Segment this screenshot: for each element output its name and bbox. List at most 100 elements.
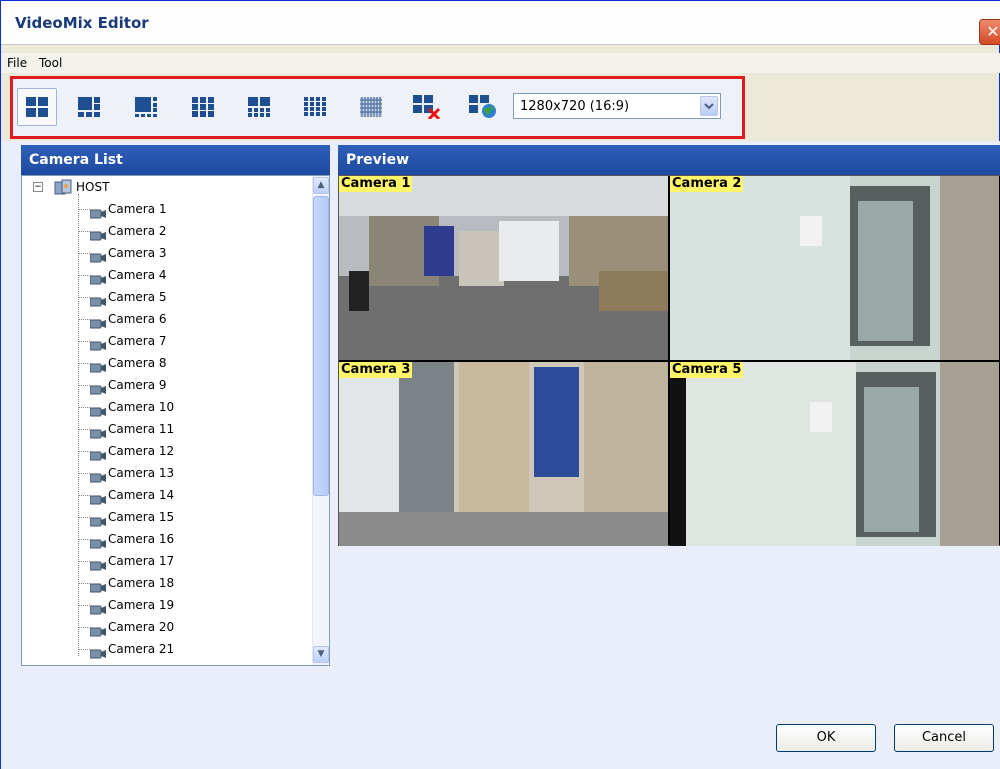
camera-label: Camera 1: [108, 202, 167, 216]
preview-tile[interactable]: Camera 5: [670, 362, 999, 546]
layout-2x2-icon: [26, 97, 48, 117]
tile-label: Camera 1: [339, 176, 413, 192]
camera-tree-item[interactable]: Camera 7: [22, 330, 312, 352]
camera-tree-item[interactable]: Camera 16: [22, 528, 312, 550]
preview-tile[interactable]: Camera 2: [670, 176, 999, 360]
ok-button[interactable]: OK: [776, 724, 876, 752]
camera-icon: [89, 402, 106, 417]
camera-label: Camera 8: [108, 356, 167, 370]
layout-1plus7-icon: [135, 97, 157, 117]
camera-tree-item[interactable]: Camera 1: [22, 198, 312, 220]
layout-1plus5-button[interactable]: [69, 88, 109, 126]
camera-icon: [89, 314, 106, 329]
videomix-editor-window: VideoMix Editor ✕ File Tool 1280x720 (16…: [0, 0, 1000, 769]
camera-tree-item[interactable]: Camera 15: [22, 506, 312, 528]
camera-tree: − HOST Camera 1 Camera 2 Camera 3 Camera 4 C…: [21, 175, 330, 666]
layout-4x4-button[interactable]: [295, 88, 335, 126]
scroll-down-icon[interactable]: ▼: [313, 646, 329, 663]
collapse-icon[interactable]: −: [33, 182, 43, 192]
camera-list-scrollbar[interactable]: ▲ ▼: [312, 176, 329, 665]
layout-clear-button[interactable]: [407, 88, 447, 126]
tree-line: [78, 297, 90, 298]
layout-1plus7-button[interactable]: [126, 88, 166, 126]
layout-4x4-icon: [304, 97, 326, 116]
camera-tree-item[interactable]: Camera 20: [22, 616, 312, 638]
menu-bar: File Tool: [1, 53, 1000, 73]
camera-tree-item[interactable]: Camera 5: [22, 286, 312, 308]
camera-label: Camera 20: [108, 620, 175, 634]
scrollbar-thumb[interactable]: [313, 196, 329, 496]
layout-4x3-icon: [248, 97, 270, 117]
title-bar: VideoMix Editor ✕: [1, 1, 1000, 45]
resolution-value: 1280x720 (16:9): [520, 99, 630, 114]
tree-line: [78, 253, 90, 254]
tile-label: Camera 3: [339, 362, 413, 378]
layout-web-icon: [469, 95, 496, 118]
camera-label: Camera 11: [108, 422, 175, 436]
preview-grid: Camera 1 Camera 2 Camera 3 Camera 5: [338, 175, 1000, 546]
camera-tree-item[interactable]: Camera 4: [22, 264, 312, 286]
tree-line: [78, 275, 90, 276]
camera-icon: [89, 204, 106, 219]
camera-label: Camera 4: [108, 268, 167, 282]
tree-root-host[interactable]: − HOST: [22, 176, 312, 198]
preview-header: Preview: [338, 145, 1000, 175]
camera-label: Camera 13: [108, 466, 175, 480]
camera-label: Camera 10: [108, 400, 175, 414]
cancel-button[interactable]: Cancel: [894, 724, 994, 752]
tree-root-label: HOST: [76, 180, 110, 194]
camera-tree-item[interactable]: Camera 9: [22, 374, 312, 396]
camera-tree-item[interactable]: Camera 2: [22, 220, 312, 242]
tree-line: [78, 627, 90, 628]
close-button[interactable]: ✕: [979, 19, 1000, 45]
camera-tree-item[interactable]: Camera 13: [22, 462, 312, 484]
camera-tree-item[interactable]: Camera 18: [22, 572, 312, 594]
menu-tool[interactable]: Tool: [39, 56, 62, 70]
tree-line: [78, 561, 90, 562]
layout-4x3-button[interactable]: [239, 88, 279, 126]
camera-tree-item[interactable]: Camera 17: [22, 550, 312, 572]
layout-clear-icon: [413, 95, 441, 119]
camera-tree-item[interactable]: Camera 11: [22, 418, 312, 440]
tree-line: [78, 209, 90, 210]
layout-3x3-button[interactable]: [183, 88, 223, 126]
camera-label: Camera 6: [108, 312, 167, 326]
camera-tree-item[interactable]: Camera 12: [22, 440, 312, 462]
camera-label: Camera 7: [108, 334, 167, 348]
camera-icon: [89, 446, 106, 461]
tree-line: [78, 495, 90, 496]
camera-feed-image: [670, 362, 999, 546]
camera-icon: [89, 512, 106, 527]
preview-tile[interactable]: Camera 1: [339, 176, 668, 360]
preview-tile[interactable]: Camera 3: [339, 362, 668, 546]
camera-label: Camera 21: [108, 642, 175, 656]
camera-tree-item[interactable]: Camera 6: [22, 308, 312, 330]
camera-label: Camera 18: [108, 576, 175, 590]
menu-file[interactable]: File: [7, 56, 27, 70]
scroll-up-icon[interactable]: ▲: [313, 177, 329, 194]
chevron-down-icon[interactable]: [700, 96, 718, 116]
layout-5x5-button[interactable]: [351, 88, 391, 126]
camera-icon: [89, 270, 106, 285]
tree-line: [78, 605, 90, 606]
tree-line: [78, 539, 90, 540]
tile-label: Camera 2: [670, 176, 744, 192]
tree-line: [78, 341, 90, 342]
camera-label: Camera 9: [108, 378, 167, 392]
camera-tree-item[interactable]: Camera 10: [22, 396, 312, 418]
layout-2x2-button[interactable]: [17, 88, 57, 126]
camera-tree-item[interactable]: Camera 19: [22, 594, 312, 616]
resolution-select[interactable]: 1280x720 (16:9): [513, 93, 721, 119]
camera-tree-item[interactable]: Camera 3: [22, 242, 312, 264]
tree-line: [78, 407, 90, 408]
camera-tree-item[interactable]: Camera 21: [22, 638, 312, 660]
camera-icon: [89, 380, 106, 395]
camera-icon: [89, 578, 106, 593]
camera-tree-item[interactable]: Camera 14: [22, 484, 312, 506]
tree-line: [78, 429, 90, 430]
camera-tree-item[interactable]: Camera 8: [22, 352, 312, 374]
layout-web-button[interactable]: [463, 88, 503, 126]
host-icon: [54, 179, 72, 195]
camera-feed-image: [339, 176, 668, 360]
camera-label: Camera 17: [108, 554, 175, 568]
